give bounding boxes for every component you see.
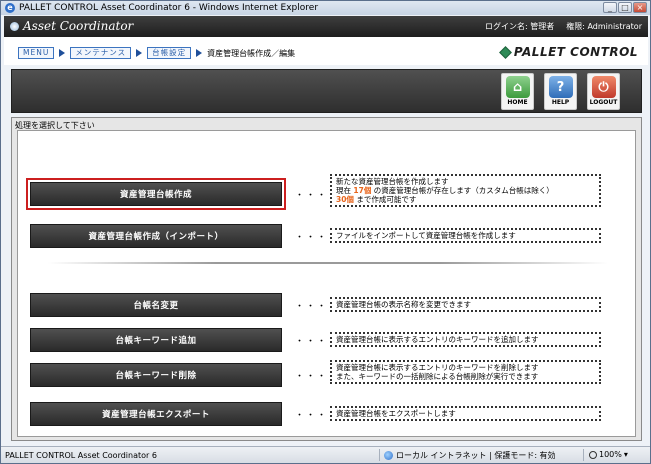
window-title: PALLET CONTROL Asset Coordinator 6 - Win… [19, 3, 319, 13]
logout-icon: ⏻ [591, 76, 616, 98]
security-zone[interactable]: ローカル イントラネット | 保護モード: 有効 [384, 450, 556, 461]
ie-logo-icon: e [5, 3, 15, 13]
create-ledger-description: 新たな資産管理台帳を作成します 現在 17個 の資産管理台帳が存在します（カスタ… [330, 174, 601, 207]
help-icon: ? [548, 76, 573, 98]
separator-dots: ・・・ [295, 337, 329, 347]
status-text: PALLET CONTROL Asset Coordinator 6 [5, 450, 157, 460]
breadcrumb-arrow-icon [136, 49, 143, 57]
section-divider [48, 262, 608, 264]
breadcrumb-arrow-icon [196, 49, 203, 57]
add-keyword-button[interactable]: 台帳キーワード追加 [30, 328, 282, 352]
breadcrumb-maintenance[interactable]: メンテナンス [70, 47, 132, 59]
logout-button[interactable]: ⏻ LOGOUT [587, 73, 620, 110]
close-button[interactable]: × [633, 2, 647, 13]
breadcrumb-current: 資産管理台帳作成／編集 [207, 48, 296, 58]
delete-keyword-button[interactable]: 台帳キーワード削除 [30, 363, 282, 387]
minimize-button[interactable]: _ [603, 2, 617, 13]
user-role: 権限: Administrator [566, 22, 642, 31]
login-name: ログイン名: 管理者 [484, 22, 555, 31]
breadcrumb-arrow-icon [59, 49, 66, 57]
maximize-button[interactable]: □ [618, 2, 632, 13]
content-panel: 処理を選択して下さい 資産管理台帳作成 ・・・ 新たな資産管理台帳を作成します … [11, 117, 642, 441]
separator-dots: ・・・ [295, 411, 329, 421]
app-logo: Asset Coordinator [10, 19, 133, 33]
brand-logo: PALLET CONTROL [498, 45, 638, 59]
home-icon: ⌂ [505, 76, 530, 98]
separator-dots: ・・・ [295, 372, 329, 382]
toolbar: ⌂ HOME ? HELP ⏻ LOGOUT [11, 69, 642, 113]
home-button[interactable]: ⌂ HOME [501, 73, 534, 110]
add-keyword-description: 資産管理台帳に表示するエントリのキーワードを追加します [330, 332, 601, 347]
breadcrumb-bar: MENU メンテナンス 台帳設定 資産管理台帳作成／編集 PALLET CONT… [4, 37, 648, 65]
separator-dots: ・・・ [295, 302, 329, 312]
ledger-max: 30個 [336, 195, 354, 204]
create-ledger-import-button[interactable]: 資産管理台帳作成（インポート） [30, 224, 282, 248]
rename-ledger-button[interactable]: 台帳名変更 [30, 293, 282, 317]
zoom-icon [589, 450, 597, 459]
delete-keyword-description: 資産管理台帳に表示するエントリのキーワードを削除します また、キーワードの一括削… [330, 360, 601, 384]
title-bar: e PALLET CONTROL Asset Coordinator 6 - W… [1, 1, 650, 15]
help-button[interactable]: ? HELP [544, 73, 577, 110]
create-ledger-button[interactable]: 資産管理台帳作成 [26, 178, 286, 210]
separator-dots: ・・・ [295, 233, 329, 243]
zoom-control[interactable]: 100% ▾ [589, 450, 628, 459]
intranet-globe-icon [384, 451, 393, 460]
rename-description: 資産管理台帳の表示名称を変更できます [330, 297, 601, 312]
action-list: 資産管理台帳作成 ・・・ 新たな資産管理台帳を作成します 現在 17個 の資産管… [17, 130, 636, 437]
app-logo-icon [10, 22, 19, 31]
import-description: ファイルをインポートして資産管理台帳を作成します [330, 228, 601, 243]
browser-window: e PALLET CONTROL Asset Coordinator 6 - W… [0, 0, 651, 464]
separator-dots: ・・・ [295, 191, 329, 201]
status-bar: PALLET CONTROL Asset Coordinator 6 ローカル … [1, 446, 650, 463]
export-description: 資産管理台帳をエクスポートします [330, 406, 601, 421]
app-header: Asset Coordinator ログイン名: 管理者 権限: Adminis… [4, 16, 648, 37]
breadcrumb: MENU メンテナンス 台帳設定 資産管理台帳作成／編集 [18, 47, 295, 59]
breadcrumb-ledger-settings[interactable]: 台帳設定 [147, 47, 192, 59]
brand-diamond-icon [498, 45, 512, 59]
export-ledger-button[interactable]: 資産管理台帳エクスポート [30, 402, 282, 426]
ledger-count: 17個 [353, 186, 372, 195]
breadcrumb-menu[interactable]: MENU [18, 47, 55, 59]
